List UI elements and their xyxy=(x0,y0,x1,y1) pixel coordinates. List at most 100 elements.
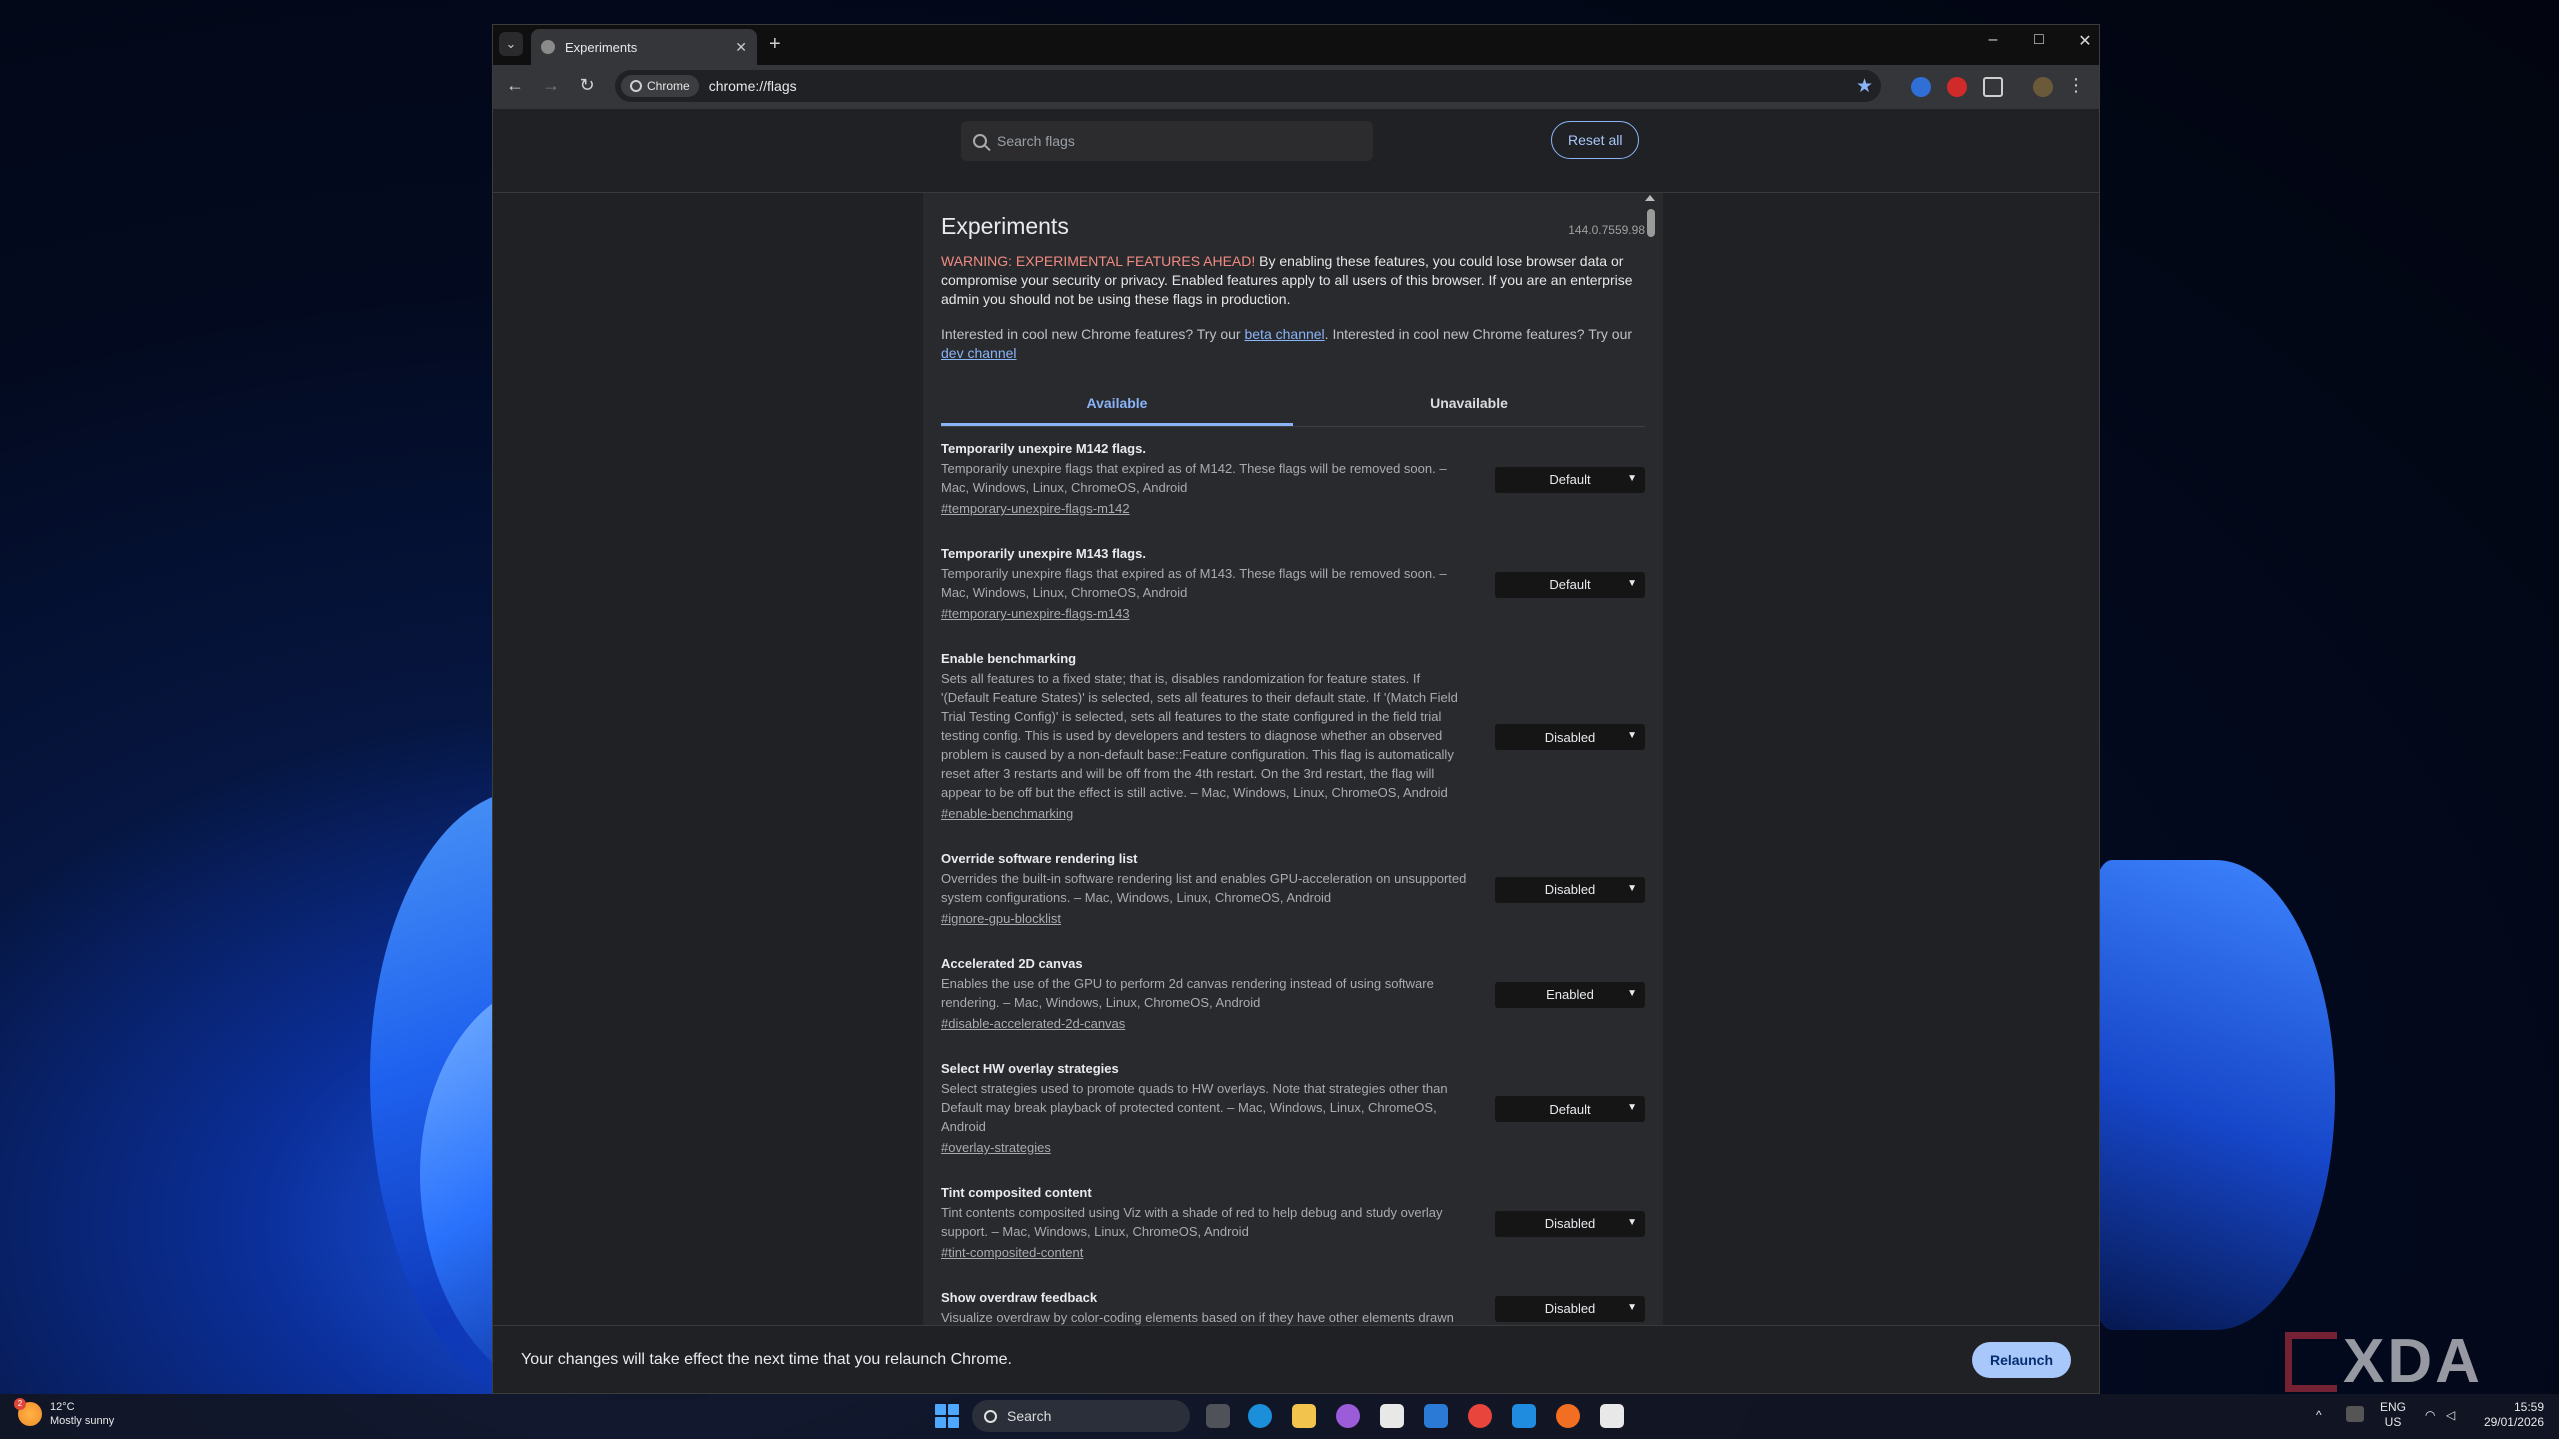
flag-anchor-link[interactable]: #ignore-gpu-blocklist xyxy=(941,911,1061,926)
flag-row: Temporarily unexpire M142 flags. Temporar… xyxy=(941,427,1645,532)
flag-desc: Tint contents composited using Viz with … xyxy=(941,1205,1443,1239)
xda-logo-icon xyxy=(2285,1331,2337,1392)
app-icon[interactable] xyxy=(1600,1404,1624,1428)
flag-state-value: Disabled xyxy=(1544,1301,1596,1316)
task-view-icon[interactable] xyxy=(1206,1404,1230,1428)
flag-desc: Select strategies used to promote quads … xyxy=(941,1081,1448,1134)
channel-promo: Interested in cool new Chrome features? … xyxy=(941,325,1645,363)
bookmark-star-icon[interactable]: ★ xyxy=(1856,75,1873,98)
flags-header: Reset all xyxy=(493,109,2099,193)
flag-state-select[interactable]: Default ▼ xyxy=(1495,466,1645,493)
toolbar: ← → ↻ Chrome chrome://flags ★ ⋮ xyxy=(493,65,2099,109)
flag-state-select[interactable]: Disabled ▼ xyxy=(1495,1210,1645,1237)
reset-all-button[interactable]: Reset all xyxy=(1551,121,1640,159)
flag-description: Show overdraw feedback Visualize overdraw… xyxy=(941,1290,1471,1327)
search-flags-box[interactable] xyxy=(961,121,1373,161)
minimize-icon[interactable]: – xyxy=(1981,31,2005,49)
flag-row: Select HW overlay strategies Select strat… xyxy=(941,1047,1645,1171)
page-title: Experiments xyxy=(941,213,1069,239)
site-info-chip[interactable]: Chrome xyxy=(621,75,699,97)
close-window-icon[interactable]: ✕ xyxy=(2073,31,2097,51)
flag-anchor-link[interactable]: #temporary-unexpire-flags-m142 xyxy=(941,501,1130,516)
flags-tabs: Available Unavailable xyxy=(941,383,1645,427)
flag-state-select[interactable]: Disabled ▼ xyxy=(1495,876,1645,903)
relaunch-button[interactable]: Relaunch xyxy=(1971,1341,2071,1378)
flag-description: Override software rendering list Override… xyxy=(941,851,1471,928)
flag-list: Temporarily unexpire M142 flags. Temporar… xyxy=(941,427,1645,1341)
cloud-status-icon[interactable] xyxy=(2346,1406,2364,1422)
clock-date: 29/01/2026 xyxy=(2483,1415,2544,1429)
flag-state-select[interactable]: Default ▼ xyxy=(1495,571,1645,598)
flag-row: Enable benchmarking Sets all features to … xyxy=(941,637,1645,837)
extension-red-icon[interactable] xyxy=(1947,77,1967,97)
copilot-icon[interactable] xyxy=(1336,1404,1360,1428)
tab-available[interactable]: Available xyxy=(941,383,1293,426)
flag-name: Tint composited content xyxy=(941,1185,1092,1200)
flag-desc: Sets all features to a fixed state; that… xyxy=(941,671,1458,800)
maximize-icon[interactable]: □ xyxy=(2027,31,2051,49)
store-icon[interactable] xyxy=(1380,1404,1404,1428)
avatar[interactable] xyxy=(2033,77,2053,97)
flag-anchor-link[interactable]: #tint-composited-content xyxy=(941,1245,1083,1260)
tab-experiments[interactable]: Experiments ✕ xyxy=(531,29,757,65)
search-flags-input[interactable] xyxy=(997,133,1337,149)
file-explorer-icon[interactable] xyxy=(1292,1404,1316,1428)
new-tab-icon[interactable]: + xyxy=(769,33,781,56)
flag-state-value: Disabled xyxy=(1544,1216,1596,1231)
flag-row: Temporarily unexpire M143 flags. Temporar… xyxy=(941,532,1645,637)
flag-name: Temporarily unexpire M143 flags. xyxy=(941,546,1146,561)
sun-icon: 2 xyxy=(14,1398,42,1426)
chevron-down-icon: ▼ xyxy=(1627,472,1637,484)
back-icon[interactable]: ← xyxy=(503,75,527,96)
flag-state-select[interactable]: Disabled ▼ xyxy=(1495,724,1645,750)
lang-code: ENG xyxy=(2380,1400,2407,1414)
flag-anchor-link[interactable]: #disable-accelerated-2d-canvas xyxy=(941,1016,1125,1031)
edge-icon[interactable] xyxy=(1248,1404,1272,1428)
flag-row: Accelerated 2D canvas Enables the use of … xyxy=(941,942,1645,1047)
scroll-up-arrow-icon[interactable] xyxy=(1645,195,1655,201)
flag-anchor-link[interactable]: #temporary-unexpire-flags-m143 xyxy=(941,606,1130,621)
taskbar-search[interactable]: Search xyxy=(972,1400,1190,1432)
reload-icon[interactable]: ↻ xyxy=(575,75,599,96)
more-menu-icon[interactable]: ⋮ xyxy=(2067,75,2085,96)
flag-state-select[interactable]: Enabled ▼ xyxy=(1495,981,1645,1008)
chevron-down-icon: ▼ xyxy=(1627,730,1637,741)
flag-anchor-link[interactable]: #enable-benchmarking xyxy=(941,806,1073,821)
terminal-arrow-icon[interactable] xyxy=(1512,1404,1536,1428)
address-bar[interactable]: Chrome chrome://flags ★ xyxy=(615,70,1881,102)
tab-unavailable[interactable]: Unavailable xyxy=(1293,383,1645,426)
volume-icon[interactable]: ◁ xyxy=(2446,1408,2455,1423)
beta-channel-link[interactable]: beta channel xyxy=(1244,326,1324,342)
weather-temp: 12°C xyxy=(50,1401,75,1413)
flag-desc: Overrides the built-in software renderin… xyxy=(941,871,1467,905)
extensions-puzzle-icon[interactable] xyxy=(1983,77,2003,97)
close-tab-icon[interactable]: ✕ xyxy=(735,39,747,56)
language-indicator[interactable]: ENG US xyxy=(2380,1400,2406,1430)
scrollbar-thumb[interactable] xyxy=(1647,209,1655,237)
tab-search-chevron-icon[interactable]: ⌄ xyxy=(499,32,523,56)
weather-badge: 2 xyxy=(14,1398,26,1410)
firefox-icon[interactable] xyxy=(1556,1404,1580,1428)
tray-overflow-icon[interactable]: ^ xyxy=(2316,1408,2322,1423)
weather-widget[interactable]: 2 12°C Mostly sunny xyxy=(14,1398,114,1428)
outlook-icon[interactable] xyxy=(1424,1404,1448,1428)
chrome-taskbar-icon[interactable] xyxy=(1468,1404,1492,1428)
weather-text: 12°C Mostly sunny xyxy=(50,1400,114,1428)
flag-description: Temporarily unexpire M143 flags. Temporar… xyxy=(941,546,1471,623)
forward-icon[interactable]: → xyxy=(539,75,563,96)
wifi-icon[interactable]: ◠ xyxy=(2425,1408,2435,1423)
content-area: Experiments 144.0.7559.98 WARNING: EXPER… xyxy=(493,193,2099,1355)
windows-start-icon[interactable] xyxy=(935,1404,959,1428)
url-text[interactable]: chrome://flags xyxy=(709,78,797,94)
dev-channel-link[interactable]: dev channel xyxy=(941,345,1017,361)
extension-shield-icon[interactable] xyxy=(1911,77,1931,97)
chip-label: Chrome xyxy=(647,79,690,93)
wallpaper-bloom-right xyxy=(2095,860,2335,1330)
chevron-down-icon: ▼ xyxy=(1627,1301,1637,1313)
flag-state-select[interactable]: Default ▼ xyxy=(1495,1096,1645,1122)
relaunch-banner: Your changes will take effect the next t… xyxy=(493,1325,2099,1393)
flag-description: Enable benchmarking Sets all features to … xyxy=(941,651,1471,823)
clock[interactable]: 15:59 29/01/2026 xyxy=(2476,1400,2544,1430)
flag-state-select[interactable]: Disabled ▼ xyxy=(1495,1295,1645,1322)
flag-anchor-link[interactable]: #overlay-strategies xyxy=(941,1140,1051,1155)
